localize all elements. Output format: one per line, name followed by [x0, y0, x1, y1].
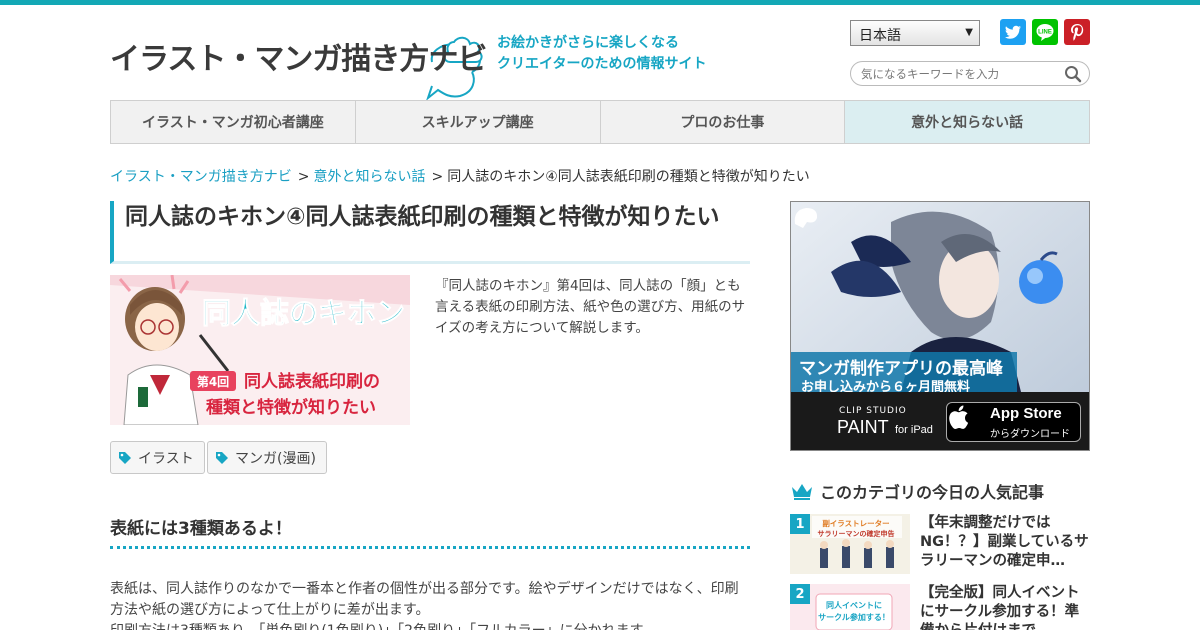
svg-text:LINE: LINE: [1038, 30, 1052, 36]
nav-item-beginner[interactable]: イラスト・マンガ初心者講座: [111, 101, 356, 143]
line-icon[interactable]: LINE: [1032, 19, 1058, 45]
nav-item-skillup[interactable]: スキルアップ講座: [355, 101, 601, 143]
breadcrumb-separator: >: [431, 169, 444, 185]
app-store-title: App Store: [990, 405, 1062, 422]
top-accent-bar: [0, 0, 1200, 5]
global-nav: イラスト・マンガ初心者講座 スキルアップ講座 プロのお仕事 意外と知らない話: [110, 100, 1090, 144]
breadcrumb: イラスト・マンガ描き方ナビ > 意外と知らない話 > 同人誌のキホン④同人誌表紙印刷の種…: [110, 166, 810, 186]
ad-brand-large: PAINT: [837, 417, 889, 437]
site-logo[interactable]: イラスト・マンガ描き方ナビ: [110, 22, 490, 101]
hero-badge: 第4回: [197, 374, 229, 389]
language-select[interactable]: 日本語 ▼: [850, 20, 980, 46]
breadcrumb-home-link[interactable]: イラスト・マンガ描き方ナビ: [110, 169, 292, 185]
twitter-icon[interactable]: [1000, 19, 1026, 45]
tag-manga[interactable]: マンガ(漫画): [207, 441, 327, 474]
clip-studio-logo-icon: [794, 208, 818, 228]
nav-item-pro-work[interactable]: プロのお仕事: [600, 101, 846, 143]
search-box: [850, 61, 1090, 86]
ranking-item[interactable]: 同人イベントに サークル参加する！ 2 【完全版】同人イベントにサークル参加する…: [790, 584, 1090, 630]
tag-label: マンガ(漫画): [235, 450, 316, 467]
ranking-title[interactable]: 【完全版】同人イベントにサークル参加する！準備から片付けまで: [920, 584, 1090, 630]
hero-subtitle-line-2: 種類と特徴が知りたい: [206, 397, 376, 418]
apple-icon: [949, 405, 969, 429]
search-input[interactable]: [861, 65, 1061, 83]
article-intro: 『同人誌のキホン』第4回は、同人誌の「顔」とも言える表紙の印刷方法、紙や色の選び…: [435, 278, 746, 336]
crown-icon: [792, 484, 812, 500]
app-store-button[interactable]: App Store からダウンロード: [946, 402, 1081, 442]
tag-icon: [216, 451, 228, 464]
nav-item-trivia[interactable]: 意外と知らない話: [845, 101, 1089, 143]
svg-text:副イラストレーター: 副イラストレーター: [822, 518, 889, 528]
hero-subtitle-line-1: 同人誌表紙印刷の: [244, 371, 380, 392]
article-title-box: 同人誌のキホン④同人誌表紙印刷の種類と特徴が知りたい: [110, 201, 750, 264]
dropdown-arrow-icon: ▼: [965, 27, 973, 38]
tag-icon: [119, 451, 131, 464]
app-store-subtitle: からダウンロード: [990, 429, 1070, 440]
ranking-item[interactable]: 副イラストレーター サラリーマンの確定申告 1 【年末調整だけでは NG！？】副…: [790, 514, 1090, 574]
ad-brand-small: CLIP STUDIO: [839, 406, 907, 416]
ranking-heading: このカテゴリの今日の人気記事: [790, 478, 1044, 504]
tagline-line-2: クリエイターのための情報サイト: [497, 56, 707, 72]
logo-text: イラスト・マンガ描き方ナビ: [110, 42, 487, 77]
tag-label: イラスト: [138, 450, 194, 467]
breadcrumb-separator: >: [297, 169, 310, 185]
article-paragraph: 印刷方法は3種類あり、「単色刷り(1色刷り)」「2色刷り」「フルカラー」に分かれ…: [110, 621, 750, 630]
ranking-number: 2: [790, 584, 810, 604]
svg-text:同人イベントに: 同人イベントに: [826, 600, 882, 610]
hero-heading: 同人誌のキホン: [202, 296, 405, 330]
site-tagline: お絵かきがさらに楽しくなる クリエイターのための情報サイト: [497, 33, 706, 75]
clip-studio-ad-banner[interactable]: マンガ制作アプリの最高峰 お申し込みから６ヶ月間無料 CLIP STUDIO P…: [790, 201, 1090, 451]
tagline-line-1: お絵かきがさらに楽しくなる: [497, 35, 679, 51]
ranking-number: 1: [790, 514, 810, 534]
breadcrumb-current: 同人誌のキホン④同人誌表紙印刷の種類と特徴が知りたい: [447, 169, 810, 185]
svg-text:サラリーマンの確定申告: サラリーマンの確定申告: [818, 529, 895, 538]
tag-illust[interactable]: イラスト: [110, 441, 205, 474]
ad-brand-suffix: for iPad: [895, 424, 933, 436]
pinterest-icon[interactable]: [1064, 19, 1090, 45]
article-hero-image: 同人誌のキホン 第4回 同人誌表紙印刷の 種類と特徴が知りたい: [110, 275, 410, 425]
ranking-heading-text: このカテゴリの今日の人気記事: [820, 483, 1045, 502]
search-icon[interactable]: [1064, 65, 1082, 83]
ranking-title[interactable]: 【年末調整だけでは NG！？】副業しているサラリーマンの確定申…: [920, 514, 1090, 571]
article-paragraph: 表紙は、同人誌作りのなかで一番本と作者の個性が出る部分です。絵やデザインだけでは…: [110, 581, 739, 618]
page-title: 同人誌のキホン④同人誌表紙印刷の種類と特徴が知りたい: [125, 204, 720, 230]
language-select-value: 日本語: [859, 28, 901, 44]
svg-text:サークル参加する！: サークル参加する！: [818, 612, 890, 622]
breadcrumb-category-link[interactable]: 意外と知らない話: [313, 169, 425, 185]
section-heading: 表紙には3種類あるよ！: [110, 514, 750, 549]
